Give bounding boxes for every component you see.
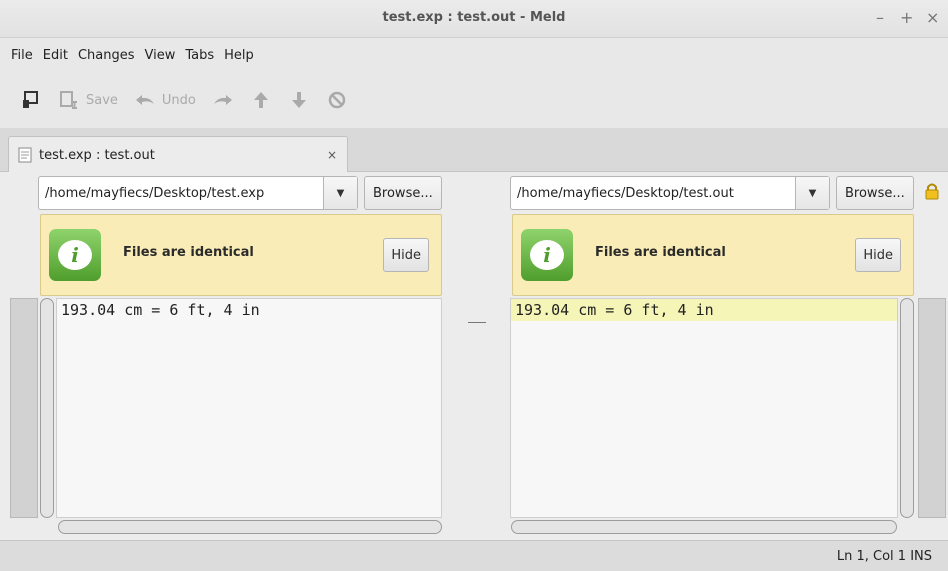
toolbar: Save Undo xyxy=(0,72,948,128)
window-title: test.exp : test.out - Meld xyxy=(382,10,566,25)
tab-label: test.exp : test.out xyxy=(39,147,155,163)
right-browse-button[interactable]: Browse... xyxy=(836,176,914,210)
document-icon xyxy=(17,147,33,163)
window-controls: – + × xyxy=(874,8,939,27)
right-line-1[interactable]: 193.04 cm = 6 ft, 4 in xyxy=(511,299,897,321)
new-comparison-button[interactable] xyxy=(20,89,42,111)
close-window-button[interactable]: × xyxy=(926,8,939,27)
left-info-message: Files are identical xyxy=(123,245,254,260)
menu-view[interactable]: View xyxy=(140,48,181,63)
lock-icon xyxy=(924,182,940,204)
undo-icon xyxy=(134,89,156,111)
left-path-text[interactable]: /home/mayfiecs/Desktop/test.exp xyxy=(39,177,323,209)
arrow-up-icon xyxy=(250,89,272,111)
minimize-button[interactable]: – xyxy=(874,8,886,27)
left-browse-button[interactable]: Browse... xyxy=(364,176,442,210)
previous-change-button[interactable] xyxy=(250,89,272,111)
left-text-editor[interactable]: 193.04 cm = 6 ft, 4 in xyxy=(56,298,442,518)
right-info-bar: i Files are identical Hide xyxy=(512,214,914,296)
left-line-1[interactable]: 193.04 cm = 6 ft, 4 in xyxy=(57,299,441,321)
redo-icon xyxy=(212,89,234,111)
undo-button[interactable]: Undo xyxy=(134,89,196,111)
tab-close-icon[interactable]: × xyxy=(327,148,337,162)
left-info-bar: i Files are identical Hide xyxy=(40,214,442,296)
menu-bar: File Edit Changes View Tabs Help xyxy=(0,38,948,72)
arrow-down-icon xyxy=(288,89,310,111)
save-label: Save xyxy=(86,92,118,108)
menu-file[interactable]: File xyxy=(6,48,38,63)
stop-button[interactable] xyxy=(326,89,348,111)
undo-label: Undo xyxy=(161,92,196,108)
title-bar: test.exp : test.out - Meld – + × xyxy=(0,0,948,38)
save-button[interactable]: Save xyxy=(58,89,118,111)
menu-help[interactable]: Help xyxy=(219,48,259,63)
right-horizontal-scrollbar[interactable] xyxy=(511,520,897,534)
comparison-area: /home/mayfiecs/Desktop/test.exp ▼ Browse… xyxy=(0,172,948,540)
maximize-button[interactable]: + xyxy=(900,8,913,27)
stop-icon xyxy=(326,89,348,111)
right-hide-button[interactable]: Hide xyxy=(855,238,901,272)
left-vertical-scrollbar[interactable] xyxy=(40,298,54,518)
left-overview-map[interactable] xyxy=(10,298,38,518)
redo-button[interactable] xyxy=(212,89,234,111)
right-info-message: Files are identical xyxy=(595,245,726,260)
status-bar: Ln 1, Col 1 INS xyxy=(0,540,948,571)
chevron-down-icon[interactable]: ▼ xyxy=(323,177,357,209)
right-overview-map[interactable] xyxy=(918,298,946,518)
left-path-row: /home/mayfiecs/Desktop/test.exp ▼ Browse… xyxy=(38,176,442,210)
info-icon: i xyxy=(521,229,573,281)
menu-tabs[interactable]: Tabs xyxy=(180,48,219,63)
tab-comparison[interactable]: test.exp : test.out × xyxy=(8,136,348,173)
right-path-row: /home/mayfiecs/Desktop/test.out ▼ Browse… xyxy=(510,176,914,210)
next-change-button[interactable] xyxy=(288,89,310,111)
left-path-combo[interactable]: /home/mayfiecs/Desktop/test.exp ▼ xyxy=(38,176,358,210)
insert-mode: INS xyxy=(910,549,932,564)
info-icon: i xyxy=(49,229,101,281)
menu-edit[interactable]: Edit xyxy=(38,48,73,63)
menu-changes[interactable]: Changes xyxy=(73,48,140,63)
save-icon xyxy=(58,89,80,111)
new-comparison-icon xyxy=(20,89,42,111)
cursor-status: Ln 1, Col 1 INS xyxy=(837,549,932,564)
left-hide-button[interactable]: Hide xyxy=(383,238,429,272)
right-vertical-scrollbar[interactable] xyxy=(900,298,914,518)
right-path-text[interactable]: /home/mayfiecs/Desktop/test.out xyxy=(511,177,795,209)
cursor-position: Ln 1, Col 1 xyxy=(836,549,907,564)
tab-strip: test.exp : test.out × xyxy=(0,128,948,173)
chevron-down-icon[interactable]: ▼ xyxy=(795,177,829,209)
right-text-editor[interactable]: 193.04 cm = 6 ft, 4 in xyxy=(510,298,898,518)
right-path-combo[interactable]: /home/mayfiecs/Desktop/test.out ▼ xyxy=(510,176,830,210)
link-map-connector xyxy=(468,322,486,323)
left-horizontal-scrollbar[interactable] xyxy=(58,520,442,534)
